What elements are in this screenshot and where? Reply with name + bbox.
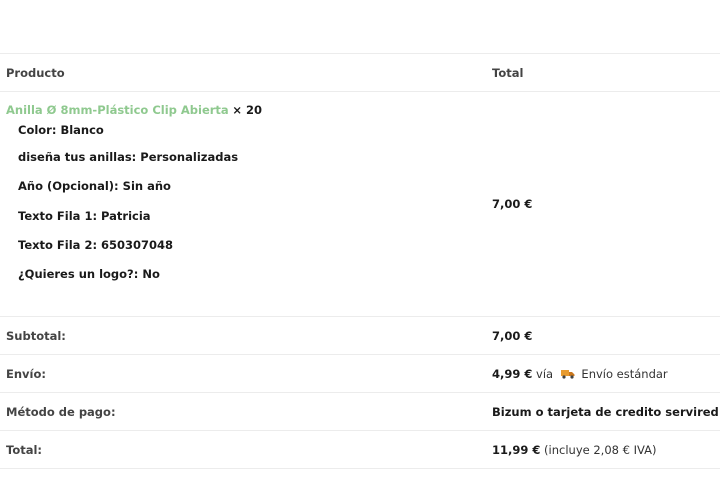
order-item-row: Anilla Ø 8mm-Plástico Clip Abierta × 20 … — [0, 92, 720, 317]
option-text-row-1: Texto Fila 1: Patricia — [18, 208, 151, 223]
payment-method-label: Método de pago: — [6, 404, 116, 419]
option-text-row-2: Texto Fila 2: 650307048 — [18, 237, 174, 252]
shipping-via: vía — [536, 366, 554, 381]
order-details-table: Producto Total Anilla Ø 8mm-Plástico Cli… — [0, 53, 720, 469]
total-tax-note: (incluye 2,08 € IVA) — [544, 442, 657, 457]
option-logo: ¿Quieres un logo?: No — [18, 267, 160, 282]
option-color: Color: Blanco — [18, 123, 104, 137]
shipping-label: Envío: — [6, 366, 46, 381]
product-column-header: Producto — [6, 65, 65, 80]
payment-method-value: Bizum o tarjeta de credito servired — [492, 404, 719, 419]
item-total: 7,00 € — [492, 197, 533, 211]
table-header-row: Producto Total — [0, 54, 720, 92]
subtotal-value: 7,00 € — [492, 328, 533, 343]
total-label: Total: — [6, 442, 43, 457]
product-link[interactable]: Anilla Ø 8mm-Plástico Clip Abierta — [6, 103, 229, 117]
truck-icon — [560, 369, 575, 379]
shipping-row: Envío: 4,99 € vía Envío estándar — [0, 355, 720, 393]
option-design: diseña tus anillas: Personalizadas — [18, 150, 239, 164]
payment-method-row: Método de pago: Bizum o tarjeta de credi… — [0, 393, 720, 431]
product-quantity: × 20 — [232, 103, 263, 117]
total-amount: 11,99 € — [492, 442, 541, 457]
total-row: Total: 11,99 € (incluye 2,08 € IVA) — [0, 431, 720, 469]
option-year: Año (Opcional): Sin año — [18, 179, 171, 194]
total-column-header: Total — [492, 65, 524, 80]
shipping-amount: 4,99 € — [492, 366, 533, 381]
subtotal-row: Subtotal: 7,00 € — [0, 317, 720, 355]
subtotal-label: Subtotal: — [6, 328, 66, 343]
shipping-method: Envío estándar — [581, 366, 668, 381]
product-options-list: Color: Blanco diseña tus anillas: Person… — [6, 120, 486, 289]
